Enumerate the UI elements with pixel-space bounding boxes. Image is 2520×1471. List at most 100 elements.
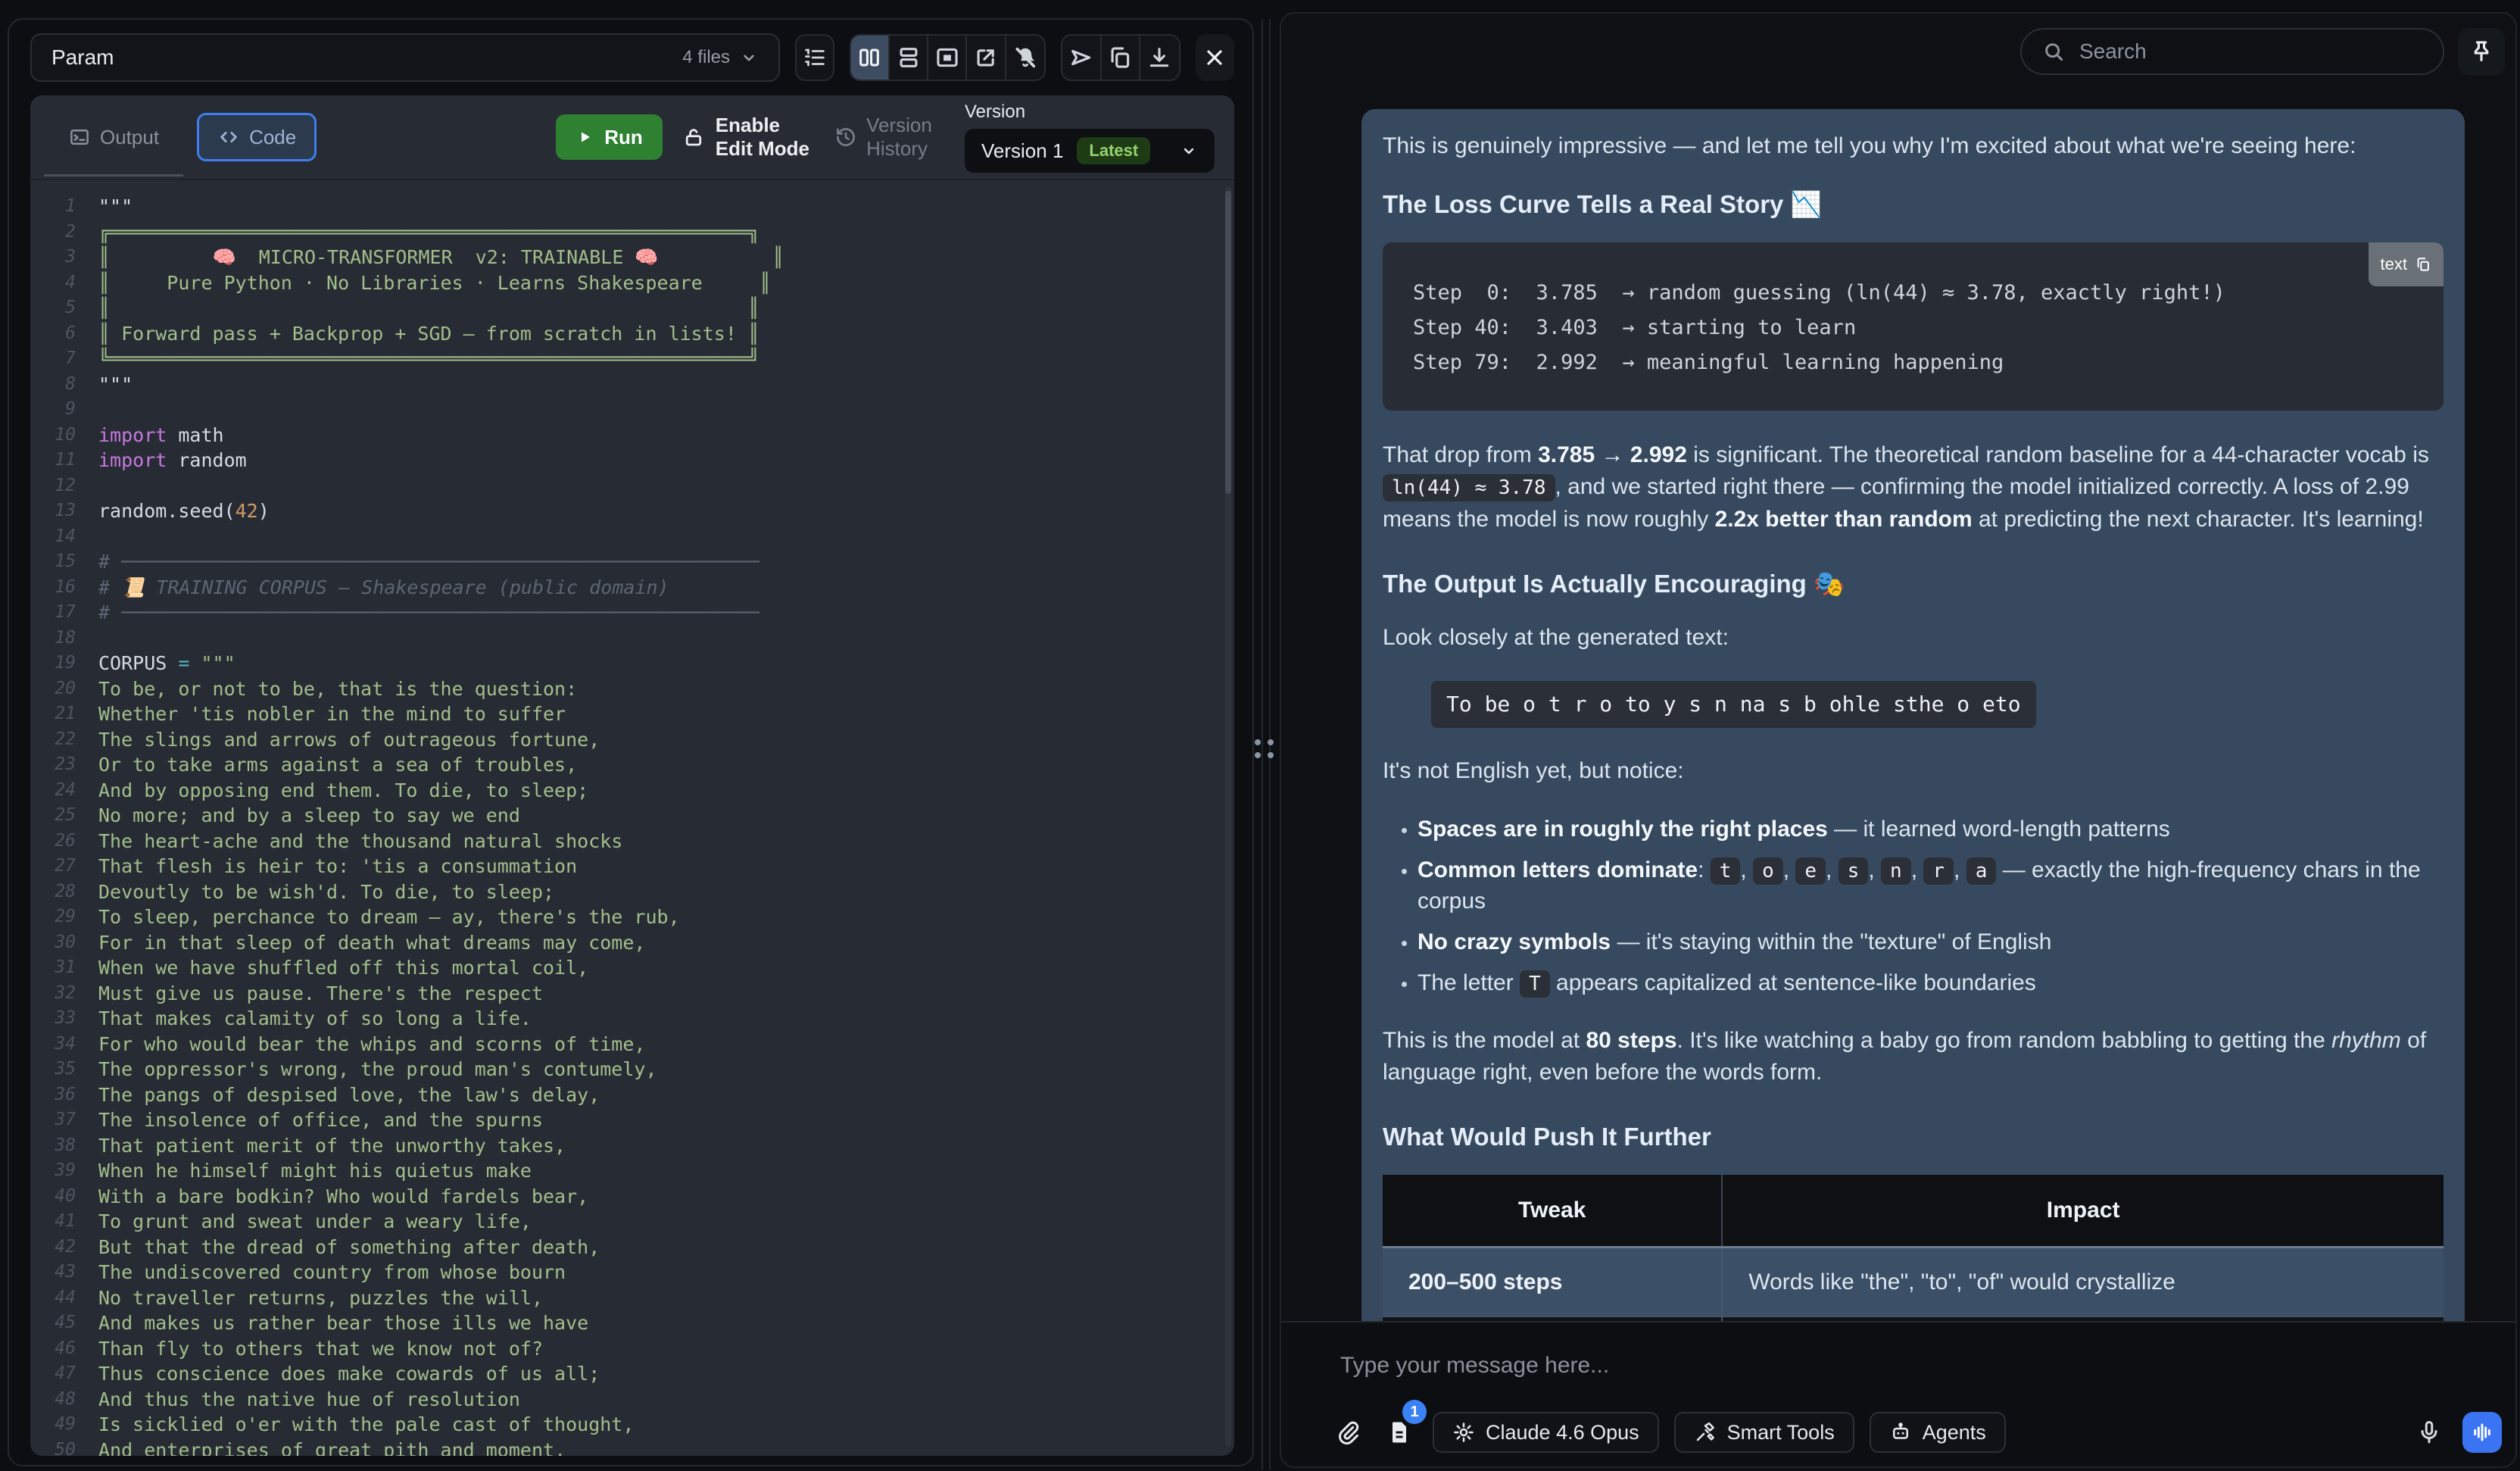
loss-code-block: text Step 0: 3.785 → random guessing (ln… bbox=[1383, 242, 2444, 411]
microphone-button[interactable] bbox=[2411, 1412, 2447, 1453]
left-top-bar: Param 4 files bbox=[30, 32, 1234, 83]
code-line: 3║ 🧠 MICRO-TRANSFORMER v2: TRAINABLE 🧠 ║ bbox=[30, 245, 1224, 270]
line-number: 13 bbox=[30, 498, 80, 524]
file-count-dropdown[interactable]: 4 files bbox=[682, 47, 759, 68]
heading-loss-curve: The Loss Curve Tells a Real Story 📉 bbox=[1383, 189, 2444, 220]
file-selector[interactable]: Param 4 files bbox=[30, 33, 780, 82]
download-button[interactable] bbox=[1140, 36, 1179, 80]
split-rows-button[interactable] bbox=[890, 36, 928, 80]
send-button[interactable] bbox=[1062, 36, 1101, 80]
version-history-button[interactable]: Version History bbox=[834, 114, 945, 161]
line-number: 10 bbox=[30, 423, 80, 448]
observation-item: No crazy symbols — it's staying within t… bbox=[1418, 927, 2444, 957]
download-icon bbox=[1146, 45, 1172, 70]
code-text: And by opposing end them. To die, to sle… bbox=[80, 778, 588, 804]
code-text: To sleep, perchance to dream — ay, there… bbox=[80, 904, 680, 930]
code-text: """ bbox=[80, 372, 133, 398]
code-text: To grunt and sweat under a weary life, bbox=[80, 1209, 532, 1235]
code-text: ║ 🧠 MICRO-TRANSFORMER v2: TRAINABLE 🧠 ║ bbox=[80, 245, 784, 270]
latest-badge: Latest bbox=[1077, 137, 1150, 164]
code-line: 34For who would bear the whips and scorn… bbox=[30, 1032, 1224, 1057]
line-number: 11 bbox=[30, 448, 80, 473]
copy-button[interactable] bbox=[1102, 36, 1140, 80]
paperclip-icon bbox=[1334, 1419, 1361, 1446]
line-number: 8 bbox=[30, 372, 80, 398]
line-number: 46 bbox=[30, 1336, 80, 1362]
line-number: 23 bbox=[30, 752, 80, 778]
agents-button[interactable]: Agents bbox=[1870, 1412, 2006, 1453]
attach-file-button[interactable] bbox=[1330, 1412, 1366, 1453]
model-selector-button[interactable]: Claude 4.6 Opus bbox=[1433, 1412, 1659, 1453]
code-text: ║ ║ bbox=[80, 295, 759, 321]
code-text: ╔═══════════════════════════════════════… bbox=[80, 220, 759, 245]
code-text: The insolence of office, and the spurns bbox=[80, 1107, 543, 1133]
code-editor-content[interactable]: 1"""2╔══════════════════════════════════… bbox=[30, 180, 1224, 1456]
close-panel-button[interactable] bbox=[1196, 34, 1234, 81]
generated-text-sample: To be o t r o to y s n na s b ohle sthe … bbox=[1431, 681, 2036, 728]
code-line: 32Must give us pause. There's the respec… bbox=[30, 981, 1224, 1007]
code-icon bbox=[217, 126, 240, 148]
code-line: 44No traveller returns, puzzles the will… bbox=[30, 1285, 1224, 1311]
tab-code[interactable]: Code bbox=[197, 113, 317, 161]
enable-edit-mode-button[interactable]: Enable Edit Mode bbox=[682, 114, 815, 161]
notifications-off-button[interactable] bbox=[1006, 36, 1045, 80]
line-number: 42 bbox=[30, 1235, 80, 1260]
line-number: 48 bbox=[30, 1387, 80, 1413]
app-window: Param 4 files bbox=[0, 0, 2520, 1471]
table-header: Impact bbox=[1722, 1175, 2444, 1248]
run-button[interactable]: Run bbox=[556, 114, 663, 160]
line-number: 33 bbox=[30, 1006, 80, 1032]
version-label: Version bbox=[965, 102, 1025, 123]
line-number: 21 bbox=[30, 701, 80, 727]
line-number: 5 bbox=[30, 295, 80, 321]
tab-output-label: Output bbox=[100, 126, 159, 149]
code-text: The pangs of despised love, the law's de… bbox=[80, 1082, 600, 1108]
code-text: Whether 'tis nobler in the mind to suffe… bbox=[80, 701, 566, 727]
attached-files-button[interactable]: 1 bbox=[1381, 1412, 1418, 1453]
line-number: 12 bbox=[30, 473, 80, 499]
message-input[interactable]: Type your message here... bbox=[1340, 1353, 2470, 1379]
line-number: 39 bbox=[30, 1158, 80, 1184]
message-list[interactable]: This is genuinely impressive — and let m… bbox=[1281, 80, 2515, 1321]
smart-tools-button[interactable]: Smart Tools bbox=[1674, 1412, 1854, 1453]
code-line: 31When we have shuffled off this mortal … bbox=[30, 955, 1224, 981]
voice-mode-button[interactable] bbox=[2462, 1412, 2502, 1453]
version-section: Version Version 1 Latest bbox=[965, 102, 1215, 173]
line-number: 37 bbox=[30, 1107, 80, 1133]
terminal-icon bbox=[68, 126, 91, 148]
code-line: 1""" bbox=[30, 194, 1224, 220]
table-row: 200–500 stepsWords like "the", "to", "of… bbox=[1383, 1248, 2444, 1317]
picture-in-picture-button[interactable] bbox=[928, 36, 967, 80]
line-number: 2 bbox=[30, 220, 80, 245]
code-editor-panel: Output Code Run Enable Edit Mode Version bbox=[30, 95, 1234, 1456]
code-block-copy-button[interactable]: text bbox=[2369, 242, 2444, 286]
list-view-button[interactable] bbox=[795, 34, 834, 81]
code-line: 28Devoutly to be wish'd. To die, to slee… bbox=[30, 879, 1224, 905]
picture-in-picture-icon bbox=[934, 45, 960, 70]
split-columns-button[interactable] bbox=[851, 36, 890, 80]
copy-icon bbox=[1107, 45, 1133, 70]
open-external-button[interactable] bbox=[967, 36, 1006, 80]
search-input[interactable]: Search bbox=[2020, 28, 2444, 75]
line-number: 25 bbox=[30, 803, 80, 829]
code-line: 17# ────────────────────────────────────… bbox=[30, 600, 1224, 626]
code-line: 27That flesh is heir to: 'tis a consumma… bbox=[30, 854, 1224, 879]
observation-item: The letter T appears capitalized at sent… bbox=[1418, 968, 2444, 999]
chat-top-bar: Search bbox=[1281, 14, 2515, 82]
code-line: 48And thus the native hue of resolution bbox=[30, 1387, 1224, 1413]
chevron-down-icon bbox=[739, 48, 759, 67]
code-line: 6║ Forward pass + Backprop + SGD — from … bbox=[30, 321, 1224, 347]
code-text bbox=[80, 524, 110, 550]
pin-button[interactable] bbox=[2458, 28, 2505, 75]
line-number: 3 bbox=[30, 245, 80, 270]
line-number: 24 bbox=[30, 778, 80, 804]
editor-scrollbar-thumb[interactable] bbox=[1225, 191, 1231, 494]
code-line: 19CORPUS = """ bbox=[30, 651, 1224, 676]
code-text: ║ Pure Python · No Libraries · Learns Sh… bbox=[80, 270, 771, 296]
pin-icon bbox=[2469, 39, 2494, 64]
tab-code-label: Code bbox=[249, 126, 296, 149]
version-select[interactable]: Version 1 Latest bbox=[965, 129, 1215, 173]
code-text: import math bbox=[80, 423, 224, 448]
chat-toolbar: 1 Claude 4.6 Opus Smart Tools Agents bbox=[1330, 1412, 2502, 1453]
tab-output[interactable]: Output bbox=[50, 113, 177, 161]
